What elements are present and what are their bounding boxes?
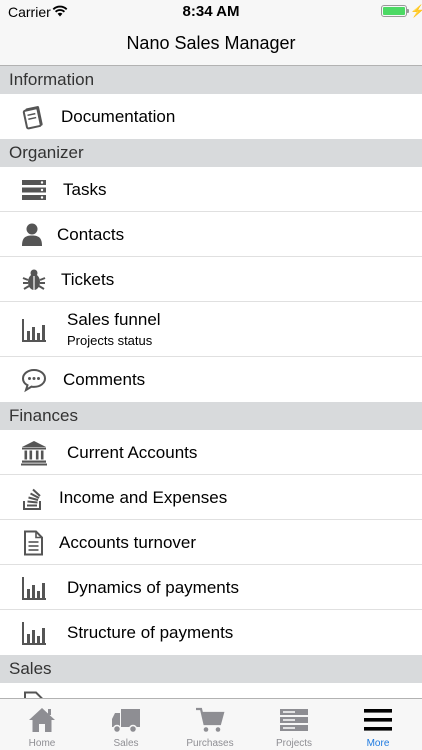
- menu-item-label: Tasks: [63, 180, 107, 199]
- page-title: Nano Sales Manager: [126, 33, 296, 53]
- bar-chart-icon: [22, 622, 46, 645]
- menu-item-partial[interactable]: [0, 683, 422, 698]
- tab-label: More: [366, 738, 390, 749]
- menu-item-accounts-turnover[interactable]: Accounts turnover: [0, 520, 422, 565]
- battery-icon: [381, 5, 407, 17]
- battery-cap: [407, 9, 409, 13]
- menu-item-label: Documentation: [61, 107, 176, 126]
- menu-item-label: Comments: [63, 370, 146, 389]
- menu-list[interactable]: Information Documentation Organizer Task…: [0, 66, 422, 698]
- section-header-information: Information: [0, 66, 422, 94]
- menu-item-tasks[interactable]: Tasks: [0, 167, 422, 212]
- tab-projects[interactable]: Projects: [252, 699, 336, 750]
- tab-label: Purchases: [186, 738, 234, 749]
- menu-item-label: Dynamics of payments: [67, 578, 239, 597]
- menu-item-tickets[interactable]: Tickets: [0, 257, 422, 302]
- menu-item-label: Income and Expenses: [59, 488, 228, 507]
- server-stack-icon: [280, 709, 308, 731]
- menu-item-label: Accounts turnover: [59, 533, 197, 552]
- menu-item-structure-of-payments[interactable]: Structure of payments: [0, 610, 422, 655]
- tab-sales[interactable]: Sales: [84, 699, 168, 750]
- tab-label: Projects: [275, 738, 313, 749]
- section-header-organizer: Organizer: [0, 139, 422, 167]
- tab-bar: Home Sales Purchases Projects More: [0, 698, 422, 750]
- server-stack-icon: [22, 180, 46, 200]
- truck-icon: [112, 709, 140, 734]
- bug-icon: [22, 269, 46, 290]
- menu-item-label: Contacts: [57, 225, 125, 244]
- tab-more[interactable]: More: [336, 699, 420, 750]
- tab-label: Sales: [113, 738, 139, 749]
- menu-item-income-expenses[interactable]: Income and Expenses: [0, 475, 422, 520]
- clock: 8:34 AM: [182, 3, 240, 20]
- cart-icon: [196, 707, 225, 732]
- menu-item-documentation[interactable]: Documentation: [0, 94, 422, 139]
- menu-item-current-accounts[interactable]: Current Accounts: [0, 430, 422, 475]
- person-icon: [22, 223, 42, 246]
- menu-item-label: Current Accounts: [67, 443, 198, 462]
- stack-icon: [23, 488, 41, 510]
- house-icon: [29, 708, 55, 732]
- menu-item-comments[interactable]: Comments: [0, 357, 422, 402]
- section-header-sales: Sales: [0, 655, 422, 683]
- navigation-bar: Nano Sales Manager: [0, 24, 422, 66]
- menu-item-label: Tickets: [61, 270, 115, 289]
- menu-item-dynamics-of-payments[interactable]: Dynamics of payments: [0, 565, 422, 610]
- menu-item-sublabel: Projects status: [67, 333, 153, 348]
- menu-item-label: Sales funnel: [67, 310, 161, 329]
- speech-bubble-icon: [21, 368, 47, 393]
- section-header-finances: Finances: [0, 402, 422, 430]
- hamburger-icon: [364, 709, 392, 731]
- charging-bolt-icon: ⚡: [410, 4, 422, 18]
- tab-label: Home: [28, 738, 56, 749]
- bar-chart-icon: [22, 319, 46, 342]
- menu-item-label: Structure of payments: [67, 623, 234, 642]
- document-icon: [24, 530, 43, 556]
- tab-home[interactable]: Home: [0, 699, 84, 750]
- status-bar: Carrier 8:34 AM ⚡: [0, 0, 422, 24]
- tab-purchases[interactable]: Purchases: [168, 699, 252, 750]
- menu-item-contacts[interactable]: Contacts: [0, 212, 422, 257]
- book-icon: [22, 106, 43, 130]
- menu-item-sales-funnel[interactable]: Sales funnel Projects status: [0, 302, 422, 357]
- bar-chart-icon: [22, 577, 46, 600]
- bank-icon: [21, 441, 47, 466]
- document-icon: [24, 691, 43, 698]
